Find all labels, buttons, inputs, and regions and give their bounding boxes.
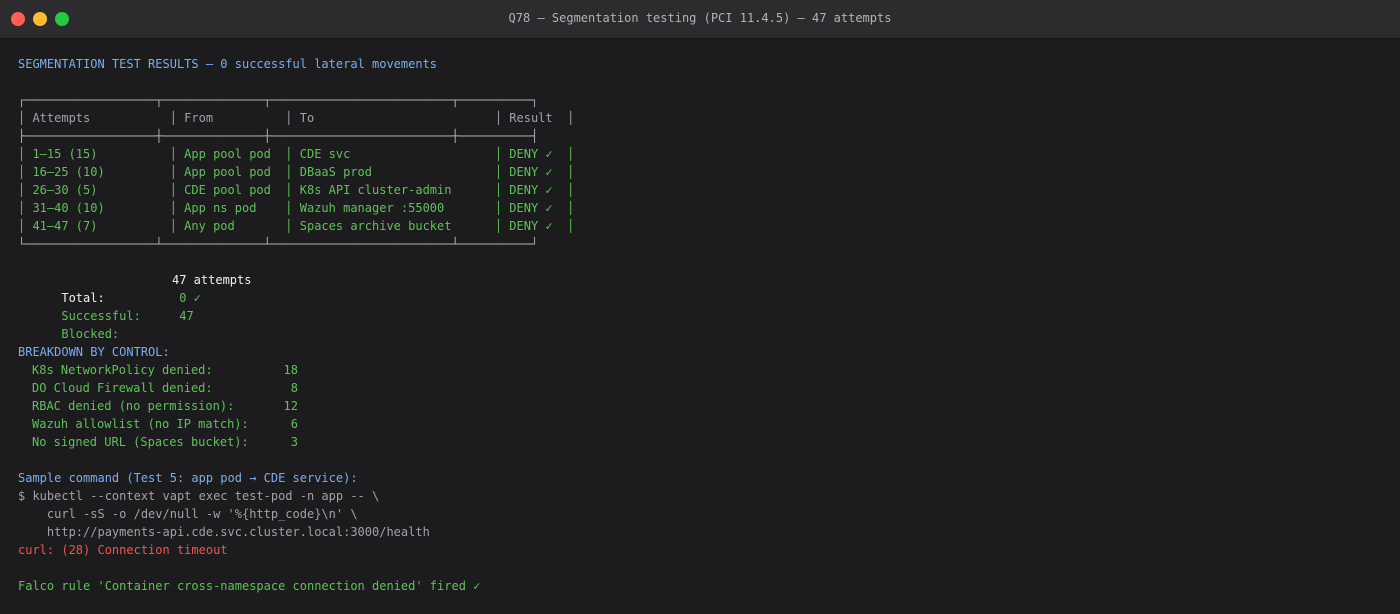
table-row: │ 41–47 (7) │ Any pod │ Spaces archive b…: [18, 219, 575, 233]
terminal-window: Q78 — Segmentation testing (PCI 11.4.5) …: [0, 0, 1400, 614]
breakdown-item: Wazuh allowlist (no IP match): 6: [18, 415, 574, 433]
breakdown-label: No signed URL (Spaces bucket):: [32, 435, 249, 449]
breakdown-heading: BREAKDOWN BY CONTROL:: [18, 345, 170, 359]
falco-status: Falco rule 'Container cross-namespace co…: [18, 579, 481, 593]
summary-blocked: Blocked: 47: [18, 307, 574, 341]
breakdown-item: K8s NetworkPolicy denied: 18: [18, 361, 574, 379]
table-border-mid: ├──────────────────┼──────────────┼─────…: [18, 129, 539, 143]
title-bar: Q78 — Segmentation testing (PCI 11.4.5) …: [0, 0, 1400, 39]
table-row: │ 1–15 (15) │ App pool pod │ CDE svc │ D…: [18, 147, 575, 161]
command-line: $ kubectl --context vapt exec test-pod -…: [18, 489, 380, 503]
breakdown-label: DO Cloud Firewall denied:: [32, 381, 213, 395]
table-row: │ 26–30 (5) │ CDE pool pod │ K8s API clu…: [18, 183, 575, 197]
breakdown-value: 12: [283, 399, 298, 413]
window-title: Q78 — Segmentation testing (PCI 11.4.5) …: [508, 11, 892, 25]
command-line: http://payments-api.cde.svc.cluster.loca…: [18, 525, 430, 539]
breakdown-value: 3: [290, 435, 298, 449]
breakdown-value: 8: [290, 381, 298, 395]
sample-command-heading: Sample command (Test 5: app pod → CDE se…: [18, 471, 358, 485]
summary-value: 47: [172, 309, 194, 323]
breakdown-item: DO Cloud Firewall denied: 8: [18, 379, 574, 397]
breakdown-label: Wazuh allowlist (no IP match):: [32, 417, 249, 431]
breakdown-value: 6: [290, 417, 298, 431]
breakdown-item: No signed URL (Spaces bucket): 3: [18, 433, 574, 451]
terminal-output: SEGMENTATION TEST RESULTS — 0 successful…: [18, 55, 574, 595]
summary-value: 0 ✓: [172, 291, 201, 305]
table-row: │ 31–40 (10) │ App ns pod │ Wazuh manage…: [18, 201, 575, 215]
curl-error: curl: (28) Connection timeout: [18, 543, 228, 557]
summary-total: Total: 47 attempts: [18, 271, 574, 305]
breakdown-item: RBAC denied (no permission): 12: [18, 397, 574, 415]
breakdown-label: K8s NetworkPolicy denied:: [32, 363, 213, 377]
results-table: ┌──────────────────┬──────────────┬─────…: [18, 91, 574, 253]
command-line: curl -sS -o /dev/null -w '%{http_code}\n…: [18, 507, 358, 521]
breakdown-label: RBAC denied (no permission):: [32, 399, 235, 413]
summary-value: 47 attempts: [172, 273, 252, 287]
results-heading: SEGMENTATION TEST RESULTS — 0 successful…: [18, 57, 438, 71]
table-border-top: ┌──────────────────┬──────────────┬─────…: [18, 93, 539, 107]
table-row: │ 16–25 (10) │ App pool pod │ DBaaS prod…: [18, 165, 575, 179]
table-border-bottom: └──────────────────┴──────────────┴─────…: [18, 237, 539, 251]
table-header-row: │ Attempts │ From │ To │ Result │: [18, 111, 575, 125]
summary-successful: Successful: 0 ✓: [18, 289, 574, 323]
breakdown-value: 18: [283, 363, 298, 377]
